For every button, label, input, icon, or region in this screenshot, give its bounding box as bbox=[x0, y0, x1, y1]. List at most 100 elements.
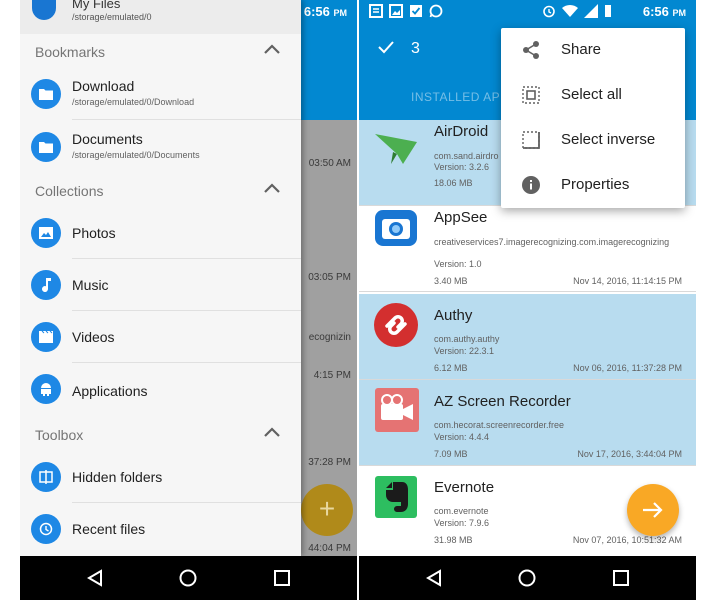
home-icon[interactable] bbox=[179, 569, 197, 587]
bookmark-item-documents[interactable]: Documents /storage/emulated/0/Documents bbox=[20, 121, 301, 173]
app-date: Nov 07, 2016, 10:51:32 AM bbox=[572, 535, 682, 545]
notification-app-icon bbox=[369, 4, 383, 18]
selected-count: 3 bbox=[411, 40, 420, 57]
next-fab-button[interactable] bbox=[627, 484, 679, 536]
app-date: Nov 14, 2016, 11:14:15 PM bbox=[573, 276, 682, 286]
toolbox-section-header[interactable]: Toolbox bbox=[20, 417, 301, 451]
drawer-header[interactable]: My Files /storage/emulated/0 bbox=[20, 0, 301, 34]
collection-label: Photos bbox=[72, 225, 116, 241]
collection-label: Applications bbox=[72, 383, 148, 399]
navigation-drawer: My Files /storage/emulated/0 Bookmarks D… bbox=[20, 0, 301, 556]
history-icon bbox=[31, 514, 61, 544]
arrow-right-icon bbox=[643, 502, 663, 518]
background-time-1: 03:50 AM bbox=[308, 158, 351, 169]
drawer-path: /storage/emulated/0 bbox=[72, 12, 152, 22]
app-date: Nov 17, 2016, 3:44:04 PM bbox=[577, 449, 682, 459]
menu-item-share[interactable]: Share bbox=[501, 28, 685, 73]
app-package: com.authy.authy bbox=[434, 334, 500, 344]
home-icon[interactable] bbox=[518, 569, 536, 587]
menu-label: Select all bbox=[561, 86, 622, 103]
app-size: 6.12 MB bbox=[434, 363, 468, 373]
app-name: AZ Screen Recorder bbox=[434, 393, 571, 410]
battery-icon bbox=[605, 5, 611, 17]
menu-item-select-inverse[interactable]: Select inverse bbox=[501, 118, 685, 163]
recents-icon[interactable] bbox=[273, 569, 291, 587]
app-version: Version: 1.0 bbox=[434, 259, 482, 269]
app-name: Evernote bbox=[434, 479, 495, 496]
chevron-up-icon[interactable] bbox=[263, 42, 281, 56]
status-bar: 6:56 PM bbox=[359, 0, 696, 24]
collections-section-header[interactable]: Collections bbox=[20, 173, 301, 207]
overflow-menu: Share Select all Select inverse Properti… bbox=[501, 28, 685, 208]
music-note-icon bbox=[31, 270, 61, 300]
bookmarks-section-header[interactable]: Bookmarks bbox=[20, 34, 301, 68]
select-all-icon bbox=[522, 86, 540, 104]
film-icon bbox=[31, 322, 61, 352]
info-icon bbox=[522, 176, 540, 194]
image-icon bbox=[31, 218, 61, 248]
chevron-up-icon[interactable] bbox=[263, 181, 281, 195]
navigation-bar bbox=[20, 556, 357, 600]
collection-item-music[interactable]: Music bbox=[20, 259, 301, 311]
app-version: Version: 22.3.1 bbox=[434, 346, 495, 356]
back-icon[interactable] bbox=[425, 569, 443, 587]
app-version: Version: 3.2.6 bbox=[434, 162, 490, 172]
chevron-up-icon[interactable] bbox=[263, 425, 281, 439]
select-inverse-icon bbox=[522, 131, 540, 149]
navigation-bar bbox=[359, 556, 696, 600]
app-row-az-screen-recorder[interactable]: AZ Screen Recorder com.hecorat.screenrec… bbox=[359, 380, 696, 466]
whatsapp-icon bbox=[429, 4, 443, 18]
background-time-2: 03:05 PM bbox=[308, 272, 351, 283]
folder-icon bbox=[31, 79, 61, 109]
background-text-3: ecognizin bbox=[308, 332, 351, 343]
check-icon[interactable] bbox=[377, 40, 395, 54]
collections-label: Collections bbox=[35, 183, 104, 199]
app-name: AppSee bbox=[434, 209, 488, 226]
bookmark-label: Documents bbox=[72, 131, 143, 147]
right-screen: 3 INSTALLED AP 6:56 PM AirDroid com.sand… bbox=[359, 0, 696, 600]
storage-icon bbox=[32, 0, 56, 20]
menu-label: Share bbox=[561, 41, 602, 58]
recents-icon[interactable] bbox=[612, 569, 630, 587]
app-name: AirDroid bbox=[434, 123, 489, 140]
camera-icon bbox=[375, 210, 417, 246]
app-row-authy[interactable]: Authy com.authy.authy Version: 22.3.1 6.… bbox=[359, 294, 696, 380]
folder-icon bbox=[31, 132, 61, 162]
drawer-title: My Files bbox=[72, 0, 121, 11]
menu-item-select-all[interactable]: Select all bbox=[501, 73, 685, 118]
app-size: 7.09 MB bbox=[434, 449, 468, 459]
gallery-icon bbox=[389, 4, 403, 18]
share-icon bbox=[523, 41, 539, 59]
bookmark-label: Download bbox=[72, 78, 135, 94]
toolbox-item-hidden-folders[interactable]: Hidden folders bbox=[20, 451, 301, 503]
collection-item-photos[interactable]: Photos bbox=[20, 207, 301, 259]
toolbox-label-item: Recent files bbox=[72, 521, 146, 537]
collection-item-videos[interactable]: Videos bbox=[20, 311, 301, 363]
alarm-icon bbox=[543, 5, 555, 18]
toolbox-item-recent-files[interactable]: Recent files bbox=[20, 503, 301, 555]
background-time-6: 44:04 PM bbox=[308, 543, 351, 554]
notification-icons bbox=[369, 4, 443, 18]
menu-item-properties[interactable]: Properties bbox=[501, 163, 685, 208]
bookmark-path: /storage/emulated/0/Documents bbox=[72, 150, 200, 160]
bookmarks-label: Bookmarks bbox=[35, 44, 106, 60]
app-row-appsee[interactable]: AppSee creativeservices7.imagerecognizin… bbox=[359, 206, 696, 292]
app-size: 18.06 MB bbox=[434, 178, 473, 188]
toolbox-label-item: Hidden folders bbox=[72, 469, 163, 485]
app-package: creativeservices7.imagerecognizing.com.i… bbox=[434, 237, 670, 247]
divider bbox=[72, 119, 301, 120]
background-time-4: 4:15 PM bbox=[313, 370, 351, 381]
menu-label: Properties bbox=[561, 176, 630, 193]
wifi-icon bbox=[562, 4, 578, 18]
bookmark-path: /storage/emulated/0/Download bbox=[72, 97, 195, 107]
app-package: com.hecorat.screenrecorder.free bbox=[434, 420, 565, 430]
tab-installed-apps[interactable]: INSTALLED AP bbox=[411, 90, 500, 104]
background-add-fab[interactable]: + bbox=[301, 484, 353, 536]
collection-item-applications[interactable]: Applications bbox=[20, 363, 301, 415]
bookmark-item-download[interactable]: Download /storage/emulated/0/Download bbox=[20, 68, 301, 120]
hidden-folder-icon bbox=[31, 462, 61, 492]
authy-icon bbox=[374, 303, 418, 347]
left-screen: 03:50 AM 03:05 PM ecognizin 4:15 PM 37:2… bbox=[20, 0, 357, 600]
back-icon[interactable] bbox=[86, 569, 104, 587]
app-name: Authy bbox=[434, 307, 473, 324]
